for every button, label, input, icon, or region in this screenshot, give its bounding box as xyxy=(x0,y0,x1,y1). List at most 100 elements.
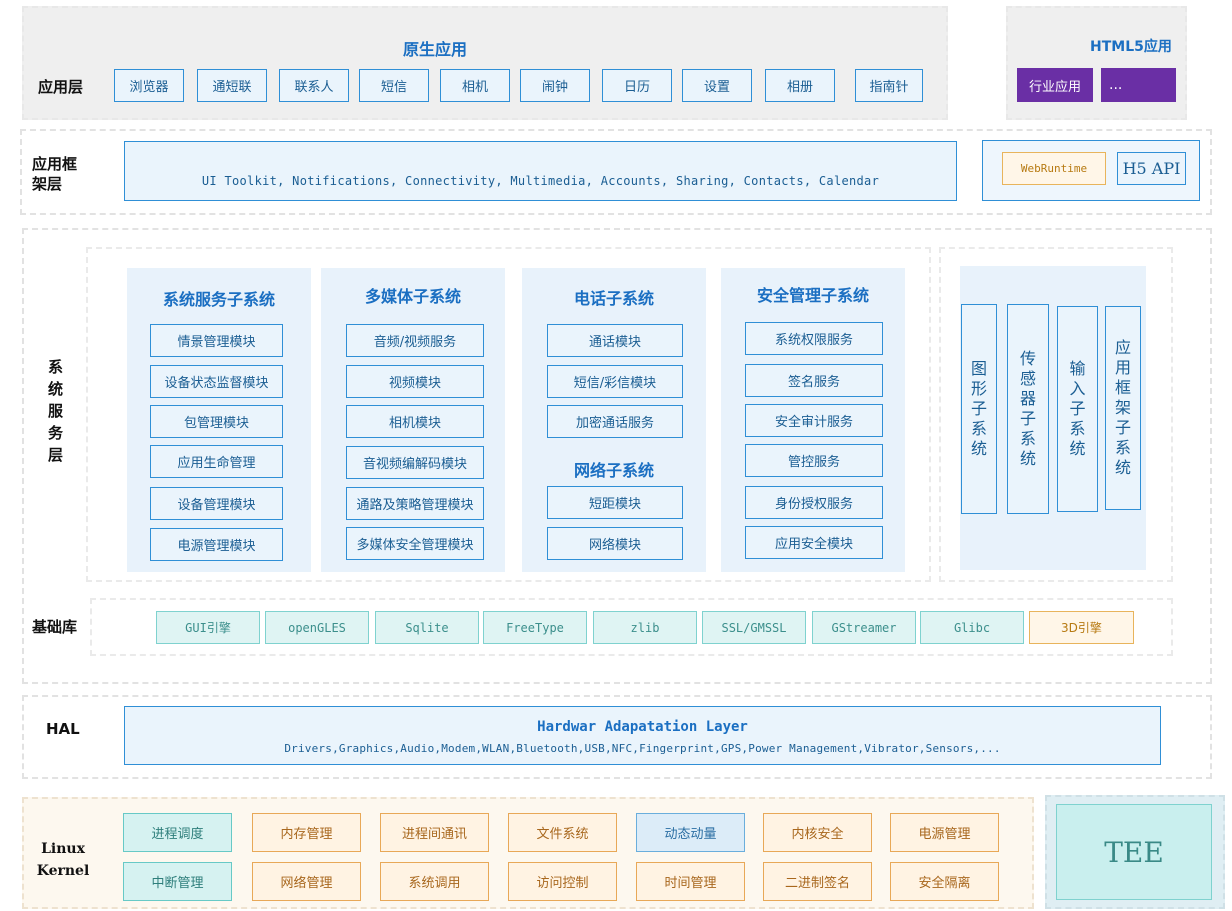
vertical-subsystem-char: 入 xyxy=(1069,379,1086,398)
kernel-item: 访问控制 xyxy=(508,862,617,901)
base-lib-item: SSL/GMSSL xyxy=(702,611,806,644)
html5-apps-title: HTML5应用 xyxy=(1090,39,1172,55)
multimedia-item: 通路及策略管理模块 xyxy=(346,487,484,520)
multimedia-item: 相机模块 xyxy=(346,405,484,438)
app-item[interactable]: 闹钟 xyxy=(520,69,590,102)
security-item: 安全审计服务 xyxy=(745,404,883,437)
app-item[interactable]: 日历 xyxy=(602,69,672,102)
system-service-item: 电源管理模块 xyxy=(150,528,283,561)
service-label-char: 层 xyxy=(48,446,64,464)
security-item: 系统权限服务 xyxy=(745,322,883,355)
service-layer-label: 系 统 服 务 层 xyxy=(48,356,63,466)
vertical-subsystem-char: 器 xyxy=(1019,389,1036,408)
hal-label: HAL xyxy=(46,720,80,738)
app-item[interactable]: 通短联 xyxy=(197,69,267,102)
vertical-subsystem-char: 子 xyxy=(1019,409,1036,428)
security-item: 身份授权服务 xyxy=(745,486,883,519)
kernel-label: Linux Kernel xyxy=(30,838,96,882)
kernel-label-line2: Kernel xyxy=(36,863,90,879)
system-service-item: 设备状态监督模块 xyxy=(150,365,283,398)
vertical-subsystem-char: 统 xyxy=(970,439,987,458)
ui-toolkit-box: UI Toolkit, Notifications, Connectivity,… xyxy=(124,141,957,201)
kernel-item: 动态动量 xyxy=(636,813,745,852)
security-item: 管控服务 xyxy=(745,444,883,477)
vertical-subsystem: 传感器子系统 xyxy=(1007,304,1049,514)
vertical-subsystem-char: 框 xyxy=(1114,378,1131,397)
vertical-subsystem-char: 统 xyxy=(1069,439,1086,458)
base-lib-item: Sqlite xyxy=(375,611,479,644)
telephony-item: 加密通话服务 xyxy=(547,405,683,438)
app-item[interactable]: 指南针 xyxy=(855,69,923,102)
vertical-subsystem-char: 系 xyxy=(970,419,987,438)
system-service-item: 应用生命管理 xyxy=(150,445,283,478)
kernel-item: 中断管理 xyxy=(123,862,232,901)
tee-box: TEE xyxy=(1056,804,1212,900)
framework-layer-label: 应用框 架层 xyxy=(32,154,77,194)
hal-title: Hardwar Adapatation Layer xyxy=(537,719,748,735)
app-more[interactable]: ... xyxy=(1101,68,1176,102)
vertical-subsystem-char: 统 xyxy=(1114,458,1131,477)
vertical-subsystem-char: 统 xyxy=(1019,449,1036,468)
kernel-item: 进程间通讯 xyxy=(380,813,489,852)
vertical-subsystem-char: 系 xyxy=(1069,419,1086,438)
multimedia-title: 多媒体子系统 xyxy=(364,287,461,306)
app-item[interactable]: 短信 xyxy=(359,69,429,102)
vertical-subsystem-char: 系 xyxy=(1019,429,1036,448)
service-label-char: 统 xyxy=(48,380,64,398)
webruntime-box: WebRuntime xyxy=(1002,152,1106,185)
telephony-item: 通话模块 xyxy=(547,324,683,357)
base-lib-item: zlib xyxy=(593,611,697,644)
app-layer-native-panel xyxy=(22,6,948,120)
security-title: 安全管理子系统 xyxy=(756,286,869,305)
app-item[interactable]: 相机 xyxy=(440,69,510,102)
hal-subtitle: Drivers,Graphics,Audio,Modem,WLAN,Blueto… xyxy=(284,742,1001,755)
network-item: 短距模块 xyxy=(547,486,683,519)
vertical-subsystem-char: 形 xyxy=(970,379,987,398)
multimedia-item: 音频/视频服务 xyxy=(346,324,484,357)
base-lib-item: openGLES xyxy=(265,611,369,644)
kernel-item: 文件系统 xyxy=(508,813,617,852)
base-lib-item: Glibc xyxy=(920,611,1024,644)
network-title: 网络子系统 xyxy=(573,461,654,480)
vertical-subsystem: 图形子系统 xyxy=(961,304,997,514)
kernel-item: 安全隔离 xyxy=(890,862,999,901)
kernel-item: 进程调度 xyxy=(123,813,232,852)
app-item[interactable]: 相册 xyxy=(765,69,835,102)
app-item[interactable]: 浏览器 xyxy=(114,69,184,102)
kernel-item: 二进制签名 xyxy=(763,862,872,901)
multimedia-item: 音视频编解码模块 xyxy=(346,446,484,479)
base-lib-item: GUI引擎 xyxy=(156,611,260,644)
service-label-char: 务 xyxy=(48,424,64,442)
app-industry[interactable]: 行业应用 xyxy=(1017,68,1093,102)
vertical-subsystem-char: 传 xyxy=(1019,349,1036,368)
vertical-subsystem-char: 输 xyxy=(1069,359,1086,378)
vertical-subsystem-char: 感 xyxy=(1019,369,1036,388)
system-service-item: 包管理模块 xyxy=(150,405,283,438)
service-label-char: 服 xyxy=(48,402,64,420)
base-lib-item: FreeType xyxy=(483,611,587,644)
service-label-char: 系 xyxy=(48,358,64,376)
kernel-item: 系统调用 xyxy=(380,862,489,901)
vertical-subsystem: 输入子系统 xyxy=(1057,306,1098,512)
app-layer-label: 应用层 xyxy=(38,78,84,96)
base-lib-item: GStreamer xyxy=(812,611,916,644)
vertical-subsystem-char: 架 xyxy=(1114,398,1131,417)
hal-box xyxy=(124,706,1161,765)
app-layer-html5-panel xyxy=(1006,6,1187,120)
kernel-item: 时间管理 xyxy=(636,862,745,901)
app-item[interactable]: 设置 xyxy=(682,69,752,102)
vertical-subsystem-char: 图 xyxy=(970,359,987,378)
vertical-subsystem-char: 子 xyxy=(1069,399,1086,418)
telephony-item: 短信/彩信模块 xyxy=(547,365,683,398)
h5-api-box: H5 API xyxy=(1117,152,1186,185)
base-lib-item: 3D引擎 xyxy=(1029,611,1134,644)
framework-label-line2: 架层 xyxy=(32,175,63,193)
vertical-subsystem-char: 用 xyxy=(1114,358,1131,377)
security-item: 签名服务 xyxy=(745,364,883,397)
security-item: 应用安全模块 xyxy=(745,526,883,559)
app-item[interactable]: 联系人 xyxy=(279,69,349,102)
kernel-label-line1: Linux xyxy=(41,841,85,857)
multimedia-item: 视频模块 xyxy=(346,365,484,398)
system-service-item: 设备管理模块 xyxy=(150,487,283,520)
multimedia-item: 多媒体安全管理模块 xyxy=(346,527,484,560)
